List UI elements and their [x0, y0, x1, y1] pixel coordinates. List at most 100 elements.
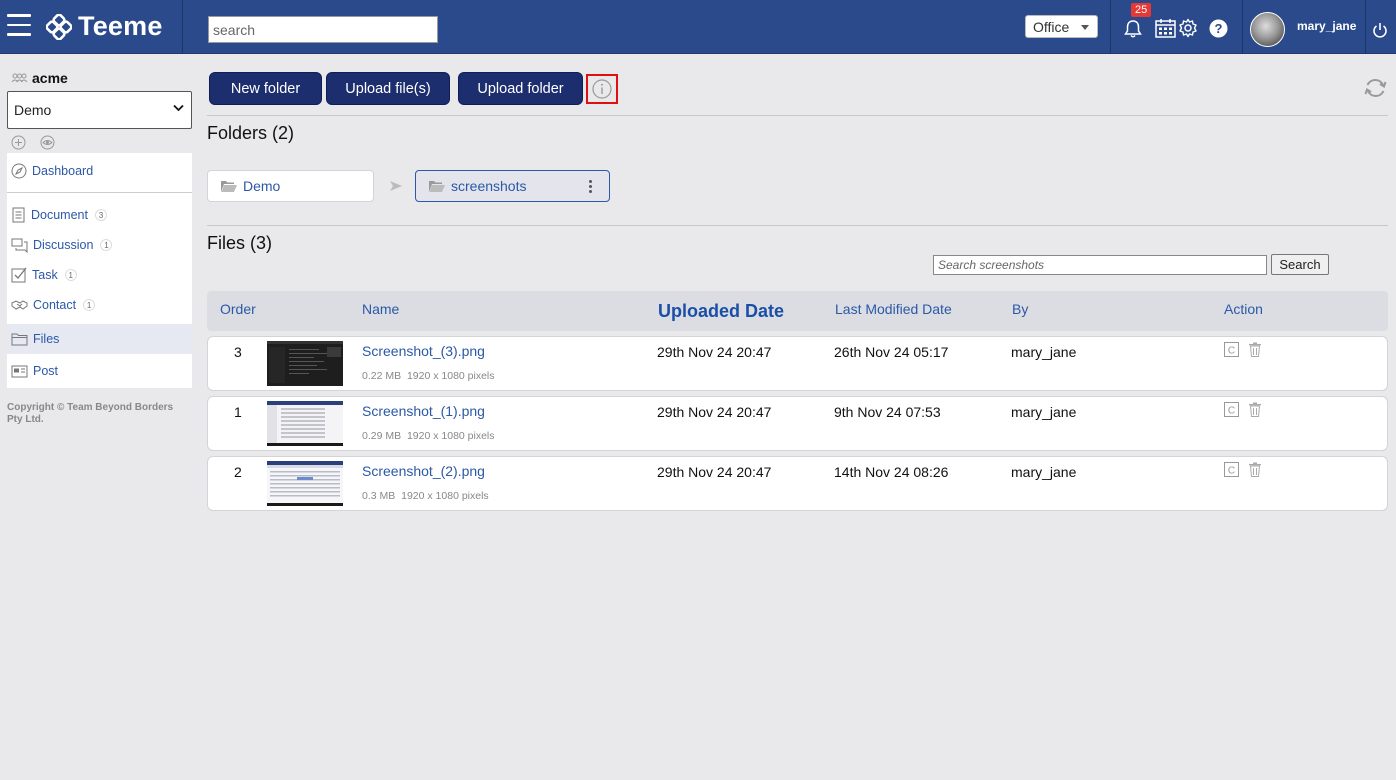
trash-icon[interactable]	[1248, 402, 1262, 417]
modified-date: 14th Nov 24 08:26	[834, 464, 949, 480]
divider	[207, 115, 1388, 116]
column-order[interactable]: Order	[220, 301, 256, 317]
workspace-tools	[11, 135, 55, 150]
copyright-text: Copyright © Team Beyond Borders Pty Ltd.	[7, 402, 174, 425]
trash-icon[interactable]	[1248, 342, 1262, 357]
eye-icon[interactable]	[40, 135, 55, 150]
file-meta: 0.22 MB 1920 x 1080 pixels	[362, 370, 495, 382]
new-folder-button[interactable]: New folder	[209, 72, 322, 105]
divider	[182, 0, 183, 54]
top-bar: Teeme Office 25 ? mary_jane	[0, 0, 1396, 54]
uploaded-date: 29th Nov 24 20:47	[657, 464, 772, 480]
app-logo[interactable]: Teeme	[46, 11, 163, 42]
file-name-link[interactable]: Screenshot_(2).png	[362, 463, 485, 479]
task-checkbox-icon	[11, 267, 27, 283]
sidebar-item-discussion[interactable]: Discussion 1	[7, 230, 192, 260]
global-search-input[interactable]	[208, 16, 438, 43]
kebab-menu-icon[interactable]	[589, 180, 592, 193]
file-meta: 0.29 MB 1920 x 1080 pixels	[362, 430, 495, 442]
count-badge: 1	[64, 269, 77, 281]
trash-icon[interactable]	[1248, 462, 1262, 477]
uploaded-by: mary_jane	[1011, 404, 1077, 420]
modified-date: 26th Nov 24 05:17	[834, 344, 949, 360]
file-thumbnail[interactable]	[267, 461, 343, 506]
divider	[1365, 0, 1366, 54]
post-icon	[11, 365, 28, 378]
power-icon[interactable]	[1372, 22, 1388, 39]
help-icon[interactable]: ?	[1209, 19, 1228, 38]
file-thumbnail[interactable]	[267, 401, 343, 446]
open-folder-icon	[429, 181, 445, 192]
bell-icon[interactable]	[1123, 19, 1143, 39]
handshake-icon	[11, 300, 28, 310]
copy-icon[interactable]: C	[1224, 342, 1239, 357]
sidebar-item-post[interactable]: Post	[7, 354, 192, 388]
sidebar-item-label: Files	[33, 332, 60, 346]
workspace-selected: Demo	[14, 102, 52, 118]
modified-date: 9th Nov 24 07:53	[834, 404, 941, 420]
divider	[1110, 0, 1111, 54]
column-uploaded-date[interactable]: Uploaded Date	[658, 301, 784, 322]
username[interactable]: mary_jane	[1297, 19, 1356, 33]
svg-text:C: C	[1228, 466, 1235, 477]
sidebar-item-label: Dashboard	[32, 163, 94, 178]
uploaded-date: 29th Nov 24 20:47	[657, 344, 772, 360]
file-thumbnail[interactable]	[267, 341, 343, 386]
file-meta: 0.3 MB 1920 x 1080 pixels	[362, 490, 489, 502]
office-dropdown-label: Office	[1033, 19, 1070, 35]
divider	[1242, 0, 1243, 54]
table-row: 3 Screenshot_(3).png 0.22 MB 1920 x 1080…	[207, 336, 1388, 391]
sidebar-nav: Dashboard Document 3 Discussion 1 Task 1…	[7, 153, 192, 388]
copy-icon[interactable]: C	[1224, 402, 1239, 417]
info-icon	[592, 79, 612, 99]
group-icon	[11, 73, 28, 83]
count-badge: 1	[100, 239, 113, 251]
file-dimensions: 1920 x 1080 pixels	[406, 370, 495, 382]
count-badge: 3	[94, 209, 107, 221]
sidebar-item-document[interactable]: Document 3	[7, 200, 192, 230]
svg-text:?: ?	[1215, 21, 1223, 36]
avatar[interactable]	[1250, 12, 1285, 47]
upload-files-button[interactable]: Upload file(s)	[326, 72, 450, 105]
file-name-link[interactable]: Screenshot_(3).png	[362, 343, 485, 359]
gear-icon[interactable]	[1178, 18, 1198, 38]
files-title: Files (3)	[207, 233, 273, 253]
files-search-input[interactable]	[933, 255, 1267, 275]
folder-screenshots[interactable]: screenshots	[415, 170, 610, 202]
column-name[interactable]: Name	[362, 301, 399, 317]
sidebar-item-files[interactable]: Files	[7, 324, 192, 354]
sidebar-item-label: Document	[31, 208, 88, 222]
copy-icon[interactable]: C	[1224, 462, 1239, 477]
upload-folder-button[interactable]: Upload folder	[458, 72, 583, 105]
office-dropdown[interactable]: Office	[1025, 15, 1098, 38]
file-size: 0.22 MB	[362, 370, 402, 382]
chevron-down-icon	[173, 104, 184, 112]
file-dimensions: 1920 x 1080 pixels	[401, 490, 489, 502]
column-last-modified[interactable]: Last Modified Date	[835, 301, 952, 317]
file-dimensions: 1920 x 1080 pixels	[406, 430, 495, 442]
divider	[207, 225, 1388, 226]
sidebar-item-dashboard[interactable]: Dashboard	[7, 153, 192, 188]
file-size: 0.29 MB	[362, 430, 402, 442]
sidebar-item-task[interactable]: Task 1	[7, 260, 192, 290]
sidebar: acme Demo Dashboard Document 3 Discussio…	[0, 55, 192, 780]
workspace-dropdown[interactable]: Demo	[7, 91, 192, 129]
add-circle-icon[interactable]	[11, 135, 26, 150]
file-name-link[interactable]: Screenshot_(1).png	[362, 403, 485, 419]
sidebar-item-contact[interactable]: Contact 1	[7, 290, 192, 320]
files-search-button[interactable]: Search	[1271, 254, 1329, 275]
open-folder-icon	[221, 181, 237, 192]
table-row: 2 Screenshot_(2).png 0.3 MB 1920 x 1080 …	[207, 456, 1388, 511]
folder-demo[interactable]: Demo	[207, 170, 374, 202]
folder-icon	[11, 333, 28, 346]
hamburger-menu-icon[interactable]	[7, 14, 31, 36]
calendar-icon[interactable]	[1155, 18, 1176, 38]
breadcrumb-arrow-icon	[390, 181, 402, 191]
files-table-header: Order Name Uploaded Date Last Modified D…	[207, 291, 1388, 331]
column-by[interactable]: By	[1012, 301, 1028, 317]
info-button[interactable]	[586, 74, 618, 104]
file-size: 0.3 MB	[362, 490, 396, 502]
notification-badge: 25	[1131, 3, 1152, 17]
caret-down-icon	[1081, 25, 1089, 30]
refresh-icon[interactable]	[1363, 77, 1388, 99]
